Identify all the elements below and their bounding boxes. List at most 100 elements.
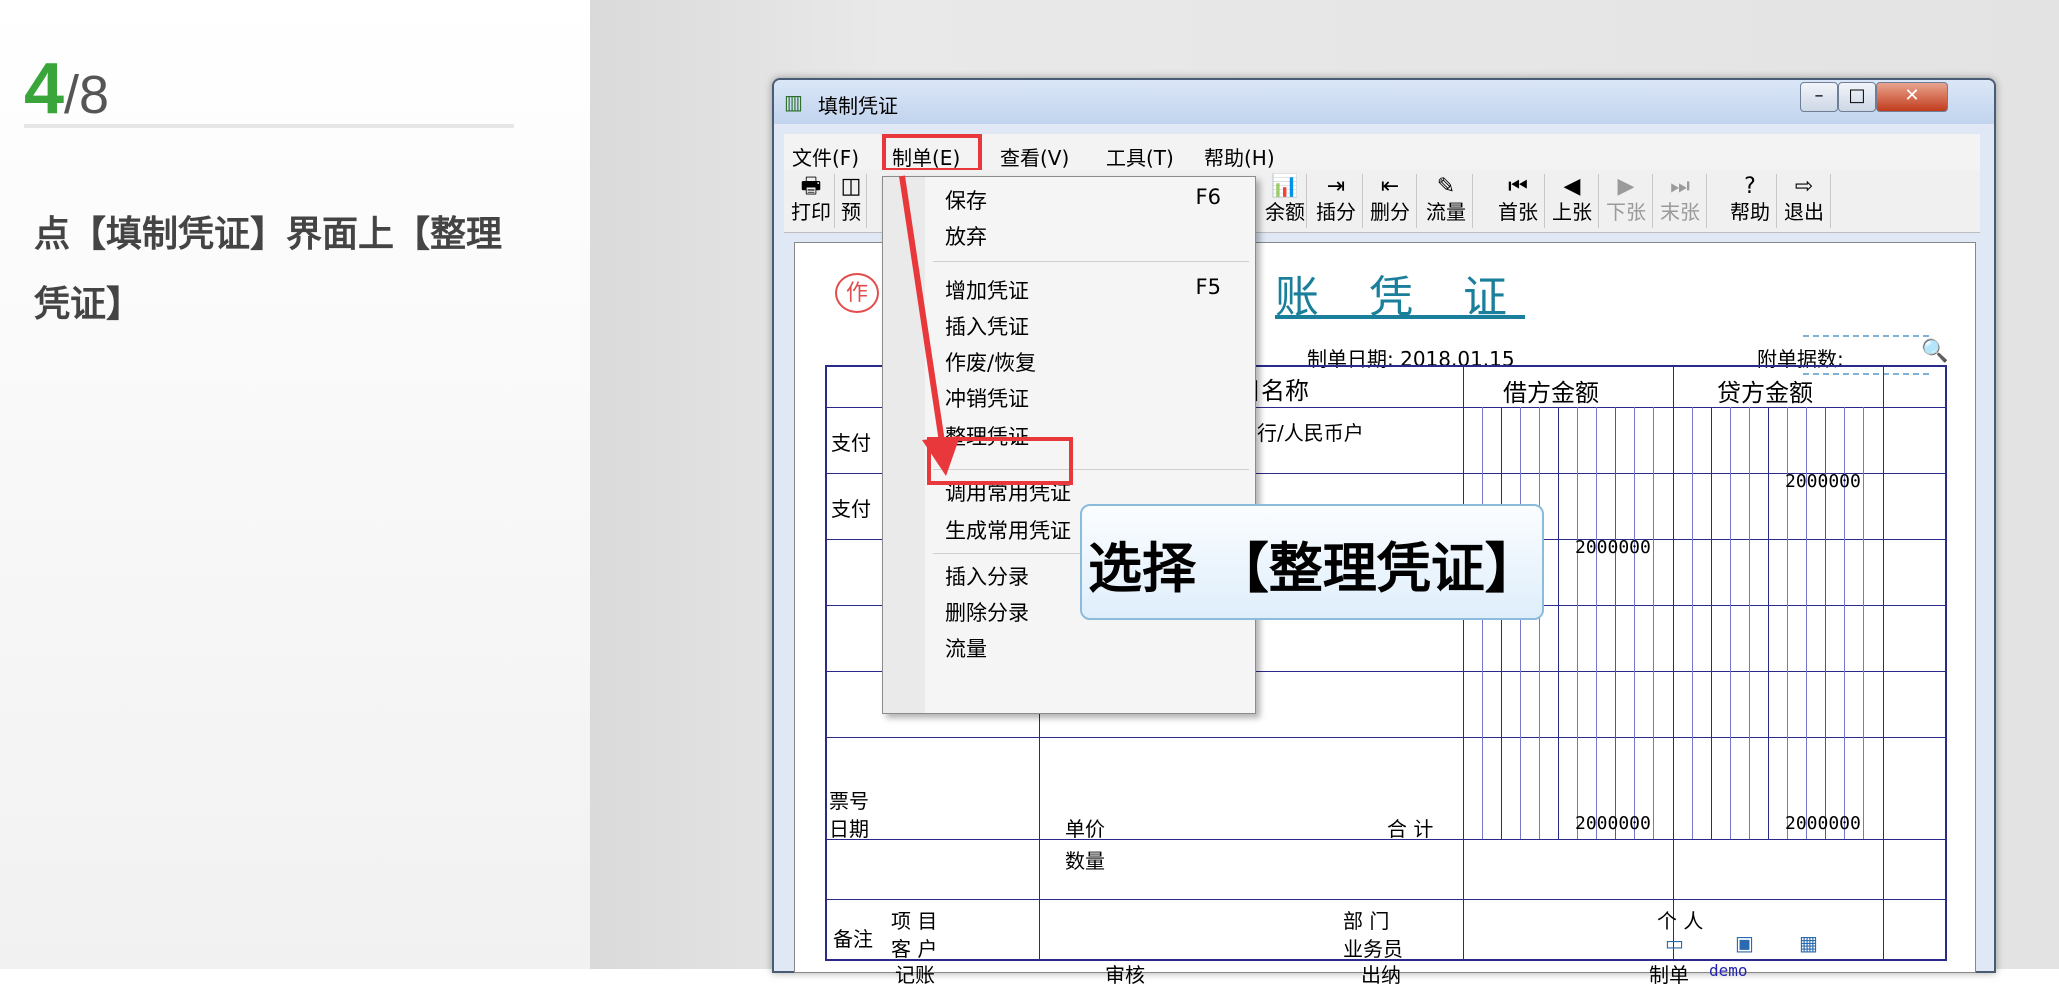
insert-entry-button[interactable]: ⇥ 插分 [1310,174,1363,228]
person-label: 个 人 [1657,909,1704,933]
first-button[interactable]: ⏮ 首张 [1492,174,1545,228]
pointer-arrow [899,175,960,476]
digit-line [1558,407,1559,839]
digit-line [1768,407,1769,839]
first-icon: ⏮ [1508,174,1528,199]
grid-line [827,839,1945,840]
digit-line [1577,407,1578,839]
step-total: /8 [64,65,110,125]
grid-line [1883,367,1884,959]
exit-button[interactable]: ⇨ 退出 [1778,174,1831,228]
digit-line [1711,407,1712,839]
digit-line [1596,407,1597,839]
grid-line [827,899,1945,900]
digit-line [1501,407,1502,839]
customer-label: 客 户 [891,937,938,961]
menu-file[interactable]: 文件(F) [788,140,863,173]
digit-line [1749,407,1750,839]
voucher-type-stamp: 作 [835,273,879,313]
close-button[interactable]: ✕ [1876,82,1948,112]
menu-view[interactable]: 查看(V) [996,140,1073,173]
balance-button[interactable]: 📊 余额 [1264,174,1307,228]
row1-account[interactable]: 支行/人民币户 [1237,417,1364,446]
instruction-panel: 4/8 点【填制凭证】界面上【整理凭证】 [0,0,590,969]
price-label: 单价 [1065,817,1105,841]
row2-debit[interactable]: 2000000 [1575,537,1651,558]
maximize-button[interactable]: □ [1838,82,1876,112]
menu-shortcut-0: F6 [1195,185,1221,209]
prev-button[interactable]: ◀ 上张 [1546,174,1599,228]
window-title: 填制凭证 [818,94,898,118]
tool-icon[interactable]: ▦ [1799,931,1818,955]
digit-line [1634,407,1635,839]
project-label: 项 目 [891,909,938,933]
menu-item-8[interactable]: 生成常用凭证 [945,515,1071,545]
printer-icon: 🖶 [800,174,822,199]
clerk-label: 业务员 [1343,937,1403,961]
department-label: 部 门 [1343,909,1390,933]
debit-header: 借方金额 [1503,379,1599,407]
zoom-icon[interactable]: 🔍 [1921,339,1948,364]
help-button[interactable]: ? 帮助 [1724,174,1777,228]
ticket-label: 票号 [829,789,869,813]
next-icon: ▶ [1617,174,1635,199]
last-button[interactable]: ⏭ 末张 [1654,174,1707,228]
minimize-button[interactable]: – [1800,82,1838,112]
menu-item-9[interactable]: 插入分录 [945,561,1029,591]
help-icon: ? [1744,174,1756,199]
total-label: 合 计 [1387,817,1434,841]
menu-help[interactable]: 帮助(H) [1200,140,1279,173]
preview-button[interactable]: ◫ 预 [836,174,867,228]
dashed-line [1803,335,1929,337]
date-label: 日期 [829,817,869,841]
digit-line [1482,407,1483,839]
row2-summary[interactable]: 支付 [831,493,871,522]
delete-entry-button[interactable]: ⇤ 删分 [1364,174,1417,228]
digit-line [1653,407,1654,839]
title-bar[interactable]: ▥ 填制凭证 – □ ✕ [774,80,1994,124]
maker-name: demo [1709,961,1748,980]
digit-line [1863,407,1864,839]
menu-bar: 文件(F) 制单(E) 查看(V) 工具(T) 帮助(H) [784,134,1980,173]
insert-icon: ⇥ [1326,174,1346,199]
menu-tools[interactable]: 工具(T) [1102,140,1178,173]
digit-line [1730,407,1731,839]
remark-label: 备注 [833,927,873,951]
next-button[interactable]: ▶ 下张 [1600,174,1653,228]
card-icon[interactable]: ▭ [1665,931,1684,955]
credit-header: 贷方金额 [1717,379,1813,407]
preview-icon: ◫ [840,174,862,199]
row1-summary[interactable]: 支付 [831,427,871,456]
total-debit: 2000000 [1575,813,1651,834]
digit-line [1539,407,1540,839]
instruction-text: 点【填制凭证】界面上【整理凭证】 [34,214,503,325]
digit-line [1615,407,1616,839]
quantity-label: 数量 [1065,849,1105,873]
callout-bubble: 选择 【整理凭证】 [1080,504,1544,620]
menu-shortcut-2: F5 [1195,275,1221,299]
delete-icon: ⇤ [1380,174,1400,199]
cashflow-button[interactable]: ✎ 流量 [1420,174,1473,228]
callout-text: 选择 【整理凭证】 [1088,536,1539,600]
bookkeeping-label: 记账 [895,963,935,987]
pen-icon: ✎ [1436,174,1456,199]
chart-icon: 📊 [1271,174,1299,199]
voucher-title: 账 凭 证 [1275,272,1525,323]
menu-item-11[interactable]: 流量 [945,633,987,663]
digit-line [1520,407,1521,839]
info-icon[interactable]: ▣ [1735,931,1754,955]
menu-highlight-box [882,134,982,172]
menu-item-10[interactable]: 删除分录 [945,597,1029,627]
step-indicator: 4/8 [24,48,109,130]
debit-digit-lines [1463,407,1673,839]
last-icon: ⏭ [1670,174,1690,199]
cashier-label: 出纳 [1361,963,1401,987]
audit-label: 审核 [1105,963,1145,987]
exit-icon: ⇨ [1794,174,1814,199]
print-button[interactable]: 🖶 打印 [788,174,835,228]
step-number: 4 [24,49,65,129]
total-credit: 2000000 [1785,813,1861,834]
prev-icon: ◀ [1563,174,1581,199]
row1-credit[interactable]: 2000000 [1785,471,1861,492]
app-icon: ▥ [784,90,803,114]
